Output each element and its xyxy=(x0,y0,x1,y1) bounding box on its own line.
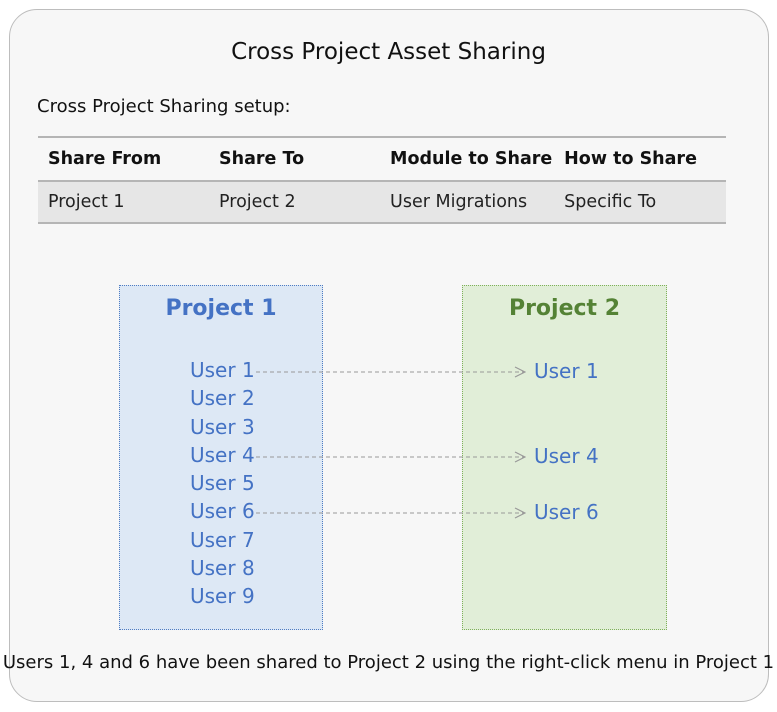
project-1-user-6: User 6 xyxy=(190,499,255,523)
project-2-user-6: User 6 xyxy=(534,500,599,524)
project-1-user-7: User 7 xyxy=(190,528,255,552)
page-title: Cross Project Asset Sharing xyxy=(231,39,546,65)
cell-share-from: Project 1 xyxy=(38,181,210,224)
table-header-row: Share From Share To Module to Share How … xyxy=(38,136,726,182)
project-1-user-9: User 9 xyxy=(190,584,255,608)
header-share-from: Share From xyxy=(38,136,210,182)
header-share-to: Share To xyxy=(209,136,381,182)
project-1-title: Project 1 xyxy=(165,296,277,321)
project-1-user-2: User 2 xyxy=(190,386,255,410)
project-2-title: Project 2 xyxy=(508,296,621,321)
header-how-to-share: How to Share xyxy=(554,136,726,182)
project-1-user-1: User 1 xyxy=(190,358,255,382)
setup-label: Cross Project Sharing setup: xyxy=(37,96,291,117)
sharing-setup-table: Share From Share To Module to Share How … xyxy=(38,136,726,224)
cell-module-to-share: User Migrations xyxy=(380,181,555,224)
footer-note: Users 1, 4 and 6 have been shared to Pro… xyxy=(2,652,775,673)
project-1-user-3: User 3 xyxy=(190,415,255,439)
table-row: Project 1 Project 2 User Migrations Spec… xyxy=(38,181,726,224)
cell-how-to-share: Specific To xyxy=(554,181,726,224)
project-1-user-4: User 4 xyxy=(190,443,255,467)
project-1-user-5: User 5 xyxy=(190,471,255,495)
project-2-user-4: User 4 xyxy=(534,444,599,468)
header-module-to-share: Module to Share xyxy=(380,136,555,182)
cell-share-to: Project 2 xyxy=(209,181,381,224)
project-2-user-1: User 1 xyxy=(534,359,599,383)
project-1-user-8: User 8 xyxy=(190,556,255,580)
